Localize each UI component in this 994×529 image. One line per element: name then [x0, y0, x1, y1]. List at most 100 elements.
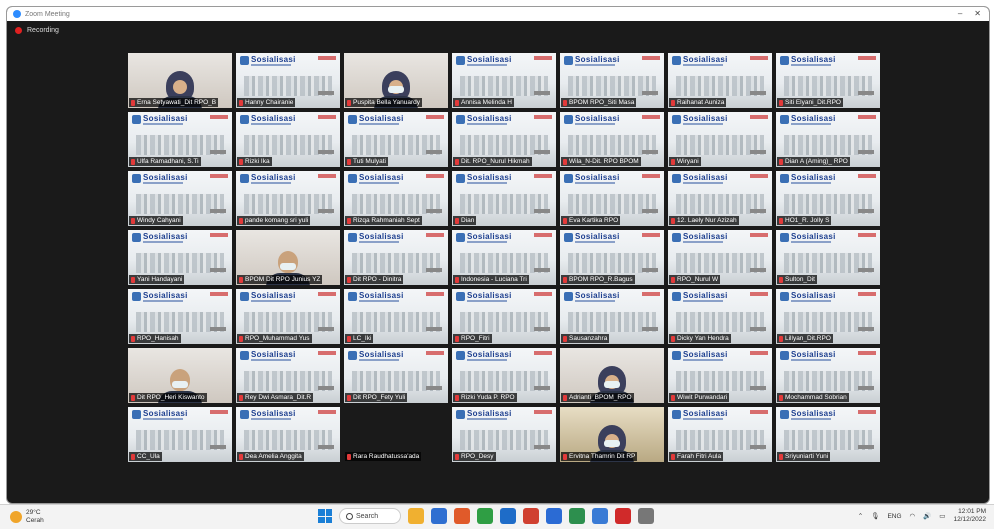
muted-mic-icon — [671, 335, 675, 342]
taskbar-app-icon[interactable] — [615, 508, 631, 524]
battery-icon[interactable]: ▭ — [939, 512, 945, 520]
clock[interactable]: 12:01 PM 12/12/2022 — [953, 508, 986, 524]
participant-tile[interactable]: Sosialisasi BPOM RPO_Siti Masa — [560, 53, 664, 108]
taskbar-app-icon[interactable] — [431, 508, 447, 524]
participant-tile[interactable]: Sosialisasi RPO_Desy — [452, 407, 556, 462]
taskbar-app-icon[interactable] — [500, 508, 516, 524]
slide-nameplate — [426, 150, 442, 154]
participant-tile[interactable]: Sosialisasi Farah Fitri Aula — [668, 407, 772, 462]
muted-mic-icon — [131, 217, 135, 224]
bpom-logo-icon — [780, 56, 789, 65]
participant-tile[interactable]: Sosialisasi Wila_N-Dit. RPO BPOM — [560, 112, 664, 167]
participant-tile[interactable]: Sosialisasi Wiwit Purwandari — [668, 348, 772, 403]
participant-tile[interactable]: Sosialisasi Annisa Melinda H — [452, 53, 556, 108]
participant-tile[interactable]: Sosialisasi Raihanat Auniza — [668, 53, 772, 108]
start-button[interactable] — [318, 509, 332, 523]
volume-icon[interactable]: 🔊 — [923, 512, 931, 520]
participant-tile[interactable]: Sosialisasi Rizqa Rahmaniah Sept — [344, 171, 448, 226]
chevron-up-icon[interactable]: ⌃ — [858, 512, 863, 520]
participant-tile[interactable]: Sosialisasi Sriyuniarti Yuni — [776, 407, 880, 462]
participant-tile[interactable]: Sosialisasi Dea Amelia Anggita — [236, 407, 340, 462]
slide-title: Sosialisasi — [251, 291, 296, 300]
slide-corner-logo — [750, 292, 768, 296]
microphone-icon[interactable]: 🎙 — [871, 512, 879, 520]
participant-tile[interactable]: Sosialisasi Dit. RPO_Nurul Hikmah — [452, 112, 556, 167]
participant-tile[interactable]: Sosialisasi Sausanzahra — [560, 289, 664, 344]
close-icon[interactable]: ✕ — [974, 9, 981, 18]
participant-tile[interactable]: Sosialisasi Yani Handayani — [128, 230, 232, 285]
taskbar-app-icon[interactable] — [569, 508, 585, 524]
slide-title: Sosialisasi — [683, 232, 728, 241]
language-indicator[interactable]: ENG — [887, 513, 901, 520]
participant-tile[interactable]: Sosialisasi Dian — [452, 171, 556, 226]
participant-tile[interactable]: Sosialisasi Lillyan_Dit.RPO — [776, 289, 880, 344]
taskbar-app-icon[interactable] — [408, 508, 424, 524]
participant-tile[interactable]: Sosialisasi Windy Cahyani — [128, 171, 232, 226]
wifi-icon[interactable]: ◠ — [910, 512, 916, 520]
participant-name: Erna Setyawati_Dit RPO_B — [129, 98, 219, 107]
participant-tile[interactable]: Sosialisasi Rizki Ika — [236, 112, 340, 167]
slide-title: Sosialisasi — [467, 409, 512, 418]
search-button[interactable]: Search — [339, 508, 401, 524]
slide-subtitle-line — [359, 241, 399, 243]
participant-tile[interactable]: Sosialisasi RPO_Muhammad Yus — [236, 289, 340, 344]
participant-tile[interactable]: Sosialisasi Dit RPO_Fety Yuli — [344, 348, 448, 403]
bpom-logo-icon — [672, 292, 681, 301]
participant-tile[interactable]: Sosialisasi Mochammad Sobrian — [776, 348, 880, 403]
slide-nameplate — [534, 445, 550, 449]
participant-tile[interactable]: Dit RPO_Heri Kiswanto — [128, 348, 232, 403]
taskbar-app-icon[interactable] — [638, 508, 654, 524]
muted-mic-icon — [455, 335, 459, 342]
participant-tile[interactable]: Sosialisasi Dit RPO - Dinitra — [344, 230, 448, 285]
participant-tile[interactable]: Ervitna Thamrin Dit RP — [560, 407, 664, 462]
taskbar-app-icon[interactable] — [546, 508, 562, 524]
slide-corner-logo — [534, 233, 552, 237]
muted-mic-icon — [347, 217, 351, 224]
participant-tile[interactable]: Sosialisasi Dian A (Aming)_ RPO — [776, 112, 880, 167]
weather-widget[interactable]: 29°C Cerah — [10, 509, 44, 525]
slide-title: Sosialisasi — [467, 114, 512, 123]
participant-name-text: Windy Cahyani — [137, 217, 181, 224]
participant-tile[interactable]: Sosialisasi Hanny Chairanie — [236, 53, 340, 108]
participant-tile[interactable]: Sosialisasi Rizki Yuda P. RPO — [452, 348, 556, 403]
participant-tile[interactable]: Adrianti_BPOM_RPO — [560, 348, 664, 403]
bpom-logo-icon — [456, 174, 465, 183]
participant-tile[interactable]: Sosialisasi BPOM RPO_R.Bagus — [560, 230, 664, 285]
participant-name: Tuti Mulyati — [345, 157, 388, 166]
participant-tile[interactable]: Sosialisasi 12. Laely Nur Azizah — [668, 171, 772, 226]
temperature: 29°C — [26, 509, 41, 516]
bpom-logo-icon — [564, 292, 573, 301]
participant-tile[interactable]: Sosialisasi Tuti Mulyati — [344, 112, 448, 167]
bpom-logo-icon — [240, 410, 249, 419]
taskbar-app-icon[interactable] — [592, 508, 608, 524]
participant-tile[interactable]: Puspita Bella Yanuardy — [344, 53, 448, 108]
taskbar-app-icon[interactable] — [454, 508, 470, 524]
participant-tile[interactable]: Sosialisasi LC_Iki — [344, 289, 448, 344]
participant-tile[interactable]: Rara Raudhatussa'ada — [344, 407, 448, 462]
participant-tile[interactable]: Sosialisasi Rey Dwi Asmara_Dit.R — [236, 348, 340, 403]
participant-tile[interactable]: Sosialisasi CC_Ula — [128, 407, 232, 462]
participant-tile[interactable]: Sosialisasi Wiryani — [668, 112, 772, 167]
participant-tile[interactable]: BPOM Dit RPO Junius YZ — [236, 230, 340, 285]
participant-tile[interactable]: Sosialisasi Sulton_Dit — [776, 230, 880, 285]
participant-tile[interactable]: Sosialisasi RPO_Fitri — [452, 289, 556, 344]
taskbar-app-icon[interactable] — [477, 508, 493, 524]
participant-tile[interactable]: Sosialisasi RPO_Hanisah — [128, 289, 232, 344]
participant-tile[interactable]: Sosialisasi Eva Kartika RPO — [560, 171, 664, 226]
participant-tile[interactable]: Sosialisasi RPO_Nurul W — [668, 230, 772, 285]
slide-title: Sosialisasi — [683, 55, 728, 64]
participant-tile[interactable]: Sosialisasi pande komang sri yuli — [236, 171, 340, 226]
participant-tile[interactable]: Erna Setyawati_Dit RPO_B — [128, 53, 232, 108]
participant-tile[interactable]: Sosialisasi Ulfa Ramadhani, S.Ti — [128, 112, 232, 167]
slide-title: Sosialisasi — [791, 173, 836, 182]
participant-tile[interactable]: Sosialisasi Dicky Yan Hendra — [668, 289, 772, 344]
participant-tile[interactable]: Sosialisasi Siti Elyani_Dit.RPO — [776, 53, 880, 108]
participant-tile[interactable]: Sosialisasi HO1_R. Jolly S — [776, 171, 880, 226]
minimize-icon[interactable]: – — [958, 9, 962, 18]
participant-name-text: Sriyuniarti Yuni — [785, 453, 829, 460]
slide-subtitle-line — [683, 418, 723, 420]
participant-tile[interactable]: Sosialisasi Indonesia - Luciana Tri — [452, 230, 556, 285]
slide-nameplate — [858, 327, 874, 331]
recording-indicator[interactable]: Recording — [15, 27, 59, 34]
taskbar-app-icon[interactable] — [523, 508, 539, 524]
